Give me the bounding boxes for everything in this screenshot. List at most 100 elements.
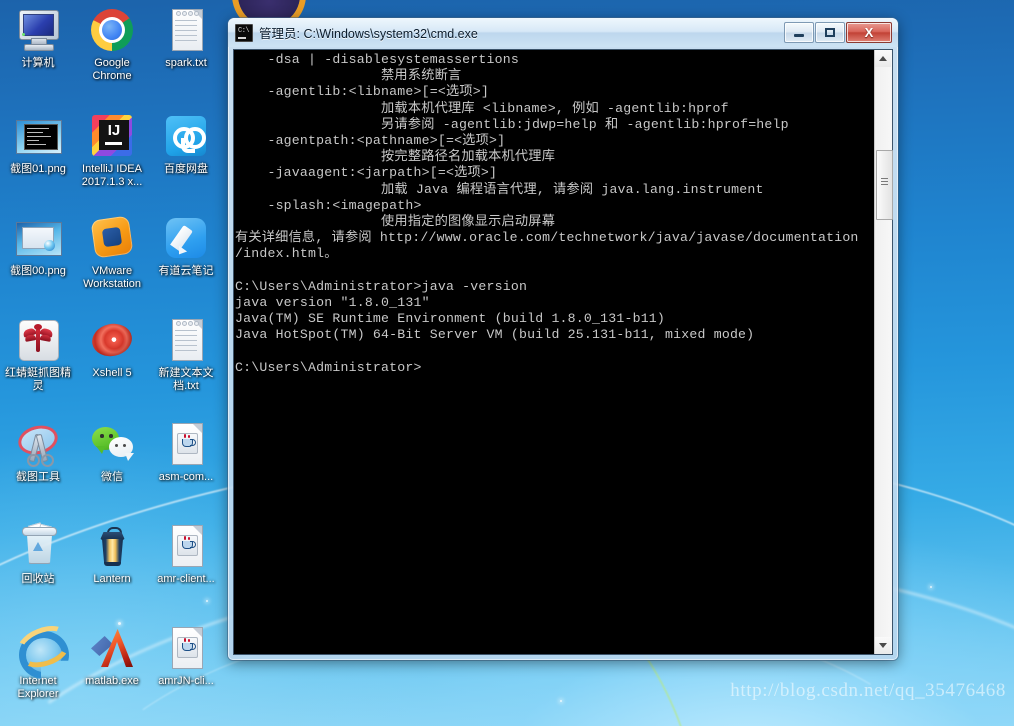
console-line: -splash:<imagepath> (235, 197, 422, 213)
minimize-button[interactable] (784, 22, 814, 43)
matlab-icon (88, 624, 136, 672)
baidu-netdisk-icon (162, 112, 210, 160)
blog-watermark: http://blog.csdn.net/qq_35476468 (730, 680, 1006, 701)
desktop-icon-asm-com-jar[interactable]: asm-com... (148, 420, 224, 484)
scroll-up-arrow[interactable] (875, 50, 891, 67)
desktop-icon-label: 回收站 (21, 573, 55, 585)
internet-explorer-icon (11, 619, 75, 679)
desktop-icon-youdao-note[interactable]: 有道云笔记 (148, 214, 224, 278)
lantern-icon (88, 522, 136, 570)
console-line: 加载 Java 编程语言代理, 请参阅 java.lang.instrument (235, 181, 764, 197)
wallpaper-sparkle (930, 586, 932, 588)
desktop-icon-amr-client-jar[interactable]: amr-client... (148, 522, 224, 586)
desktop-icon-label: 有道云笔记 (158, 265, 214, 277)
console-line: -dsa | -disablesystemassertions (235, 52, 519, 67)
desktop-icon-label: amr-client... (157, 573, 215, 585)
desktop-icon-xshell[interactable]: Xshell 5 (74, 316, 150, 380)
chrome-icon (88, 6, 136, 54)
console-line: -agentlib:<libname>[=<选项>] (235, 84, 489, 100)
snipping-tool-icon (14, 420, 62, 468)
intellij-idea-icon: IJ (88, 112, 136, 160)
desktop-icon-google-chrome[interactable]: Google Chrome (74, 6, 150, 83)
console-vertical-scrollbar[interactable] (874, 50, 893, 654)
desktop-icon-amrjn-cli-jar[interactable]: amrJN-cli... (148, 624, 224, 688)
desktop-icon-label: spark.txt (165, 57, 207, 69)
desktop-icon-label: 红蜻蜓抓图精灵 (5, 367, 71, 392)
console-area[interactable]: -dsa | -disablesystemassertions 禁用系统断言 -… (233, 49, 893, 655)
desktop-icon-label: VMware Workstation (83, 265, 141, 290)
cmd-window[interactable]: C:\ 管理员: C:\Windows\system32\cmd.exe X -… (228, 18, 898, 660)
computer-icon (14, 6, 62, 54)
console-line: /index.html。 (235, 246, 338, 262)
maximize-button[interactable] (815, 22, 845, 43)
wechat-icon (88, 420, 136, 468)
console-line: 按完整路径名加载本机代理库 (235, 149, 556, 165)
desktop-icon-label: IntelliJ IDEA 2017.1.3 x... (81, 163, 143, 188)
console-line: Java HotSpot(TM) 64-Bit Server VM (build… (235, 327, 755, 343)
desktop-icon-dragonfly-capture[interactable]: 红蜻蜓抓图精灵 (0, 316, 76, 393)
desktop-icon-label: 截图00.png (10, 265, 66, 277)
text-document-icon (162, 6, 210, 54)
vmware-icon (88, 214, 136, 262)
desktop: 计算机 Google Chrome spark.txt 截图01.png IJ … (0, 0, 1014, 726)
dragonfly-capture-icon (14, 316, 62, 364)
console-line: C:\Users\Administrator>java -version (235, 278, 528, 294)
desktop-icon-label: 百度网盘 (164, 163, 208, 175)
scroll-thumb[interactable] (876, 150, 893, 220)
console-line: -agentpath:<pathname>[=<选项>] (235, 132, 506, 148)
desktop-icon-spark-txt[interactable]: spark.txt (148, 6, 224, 70)
desktop-icon-label: 截图工具 (16, 471, 60, 483)
close-button[interactable]: X (846, 22, 892, 43)
cmd-window-title: 管理员: C:\Windows\system32\cmd.exe (259, 27, 478, 41)
cmd-titlebar[interactable]: C:\ 管理员: C:\Windows\system32\cmd.exe X (228, 18, 898, 47)
console-line: Java(TM) SE Runtime Environment (build 1… (235, 311, 666, 326)
jar-file-icon (162, 624, 210, 672)
scroll-thumb-grip (881, 178, 888, 185)
jar-file-icon (162, 420, 210, 468)
close-icon: X (864, 25, 874, 40)
wallpaper-sparkle (560, 700, 562, 702)
image-file-icon (14, 214, 62, 262)
desktop-icon-wechat[interactable]: 微信 (74, 420, 150, 484)
desktop-icon-screenshot-00[interactable]: 截图00.png (0, 214, 76, 278)
xshell-icon (88, 316, 136, 364)
cmd-console-icon: C:\ (235, 23, 253, 42)
desktop-icon-vmware-workstation[interactable]: VMware Workstation (74, 214, 150, 291)
desktop-icon-label: Internet Explorer (17, 675, 59, 700)
desktop-icon-label: matlab.exe (85, 675, 139, 687)
desktop-icon-label: asm-com... (158, 471, 214, 483)
scroll-down-arrow[interactable] (875, 637, 891, 654)
desktop-icon-label: 计算机 (21, 57, 55, 69)
window-controls: X (784, 22, 892, 43)
recycle-bin-icon (14, 522, 62, 570)
desktop-icon-label: Google Chrome (92, 57, 132, 82)
desktop-icon-label: 新建文本文档.txt (158, 367, 214, 392)
desktop-icon-new-text-document[interactable]: 新建文本文档.txt (148, 316, 224, 393)
desktop-icon-grid: 计算机 Google Chrome spark.txt 截图01.png IJ … (0, 0, 228, 726)
image-file-icon (14, 112, 62, 160)
console-line: java version "1.8.0_131" (235, 294, 430, 310)
console-line: 使用指定的图像显示启动屏幕 (235, 213, 556, 229)
desktop-icon-recycle-bin[interactable]: 回收站 (0, 522, 76, 586)
desktop-icon-label: 微信 (101, 471, 123, 483)
console-line: 加载本机代理库 <libname>, 例如 -agentlib:hprof (235, 100, 729, 116)
desktop-icon-internet-explorer[interactable]: Internet Explorer (0, 619, 76, 701)
console-line: 另请参阅 -agentlib:jdwp=help 和 -agentlib:hpr… (235, 116, 789, 132)
desktop-icon-snipping-tool[interactable]: 截图工具 (0, 420, 76, 484)
desktop-icon-lantern[interactable]: Lantern (74, 522, 150, 586)
console-line: -javaagent:<jarpath>[=<选项>] (235, 165, 498, 181)
text-document-icon (162, 316, 210, 364)
desktop-icon-matlab[interactable]: matlab.exe (74, 624, 150, 688)
console-output[interactable]: -dsa | -disablesystemassertions 禁用系统断言 -… (234, 50, 874, 654)
desktop-icon-baidu-netdisk[interactable]: 百度网盘 (148, 112, 224, 176)
desktop-icon-label: Xshell 5 (92, 367, 132, 379)
desktop-icon-label: Lantern (93, 573, 131, 585)
console-line: C:\Users\Administrator> (235, 359, 422, 375)
desktop-icon-computer[interactable]: 计算机 (0, 6, 76, 70)
desktop-icon-label: 截图01.png (10, 163, 66, 175)
jar-file-icon (162, 522, 210, 570)
desktop-icon-intellij-idea[interactable]: IJ IntelliJ IDEA 2017.1.3 x... (74, 112, 150, 189)
youdao-note-icon (162, 214, 210, 262)
desktop-icon-screenshot-01[interactable]: 截图01.png (0, 112, 76, 176)
